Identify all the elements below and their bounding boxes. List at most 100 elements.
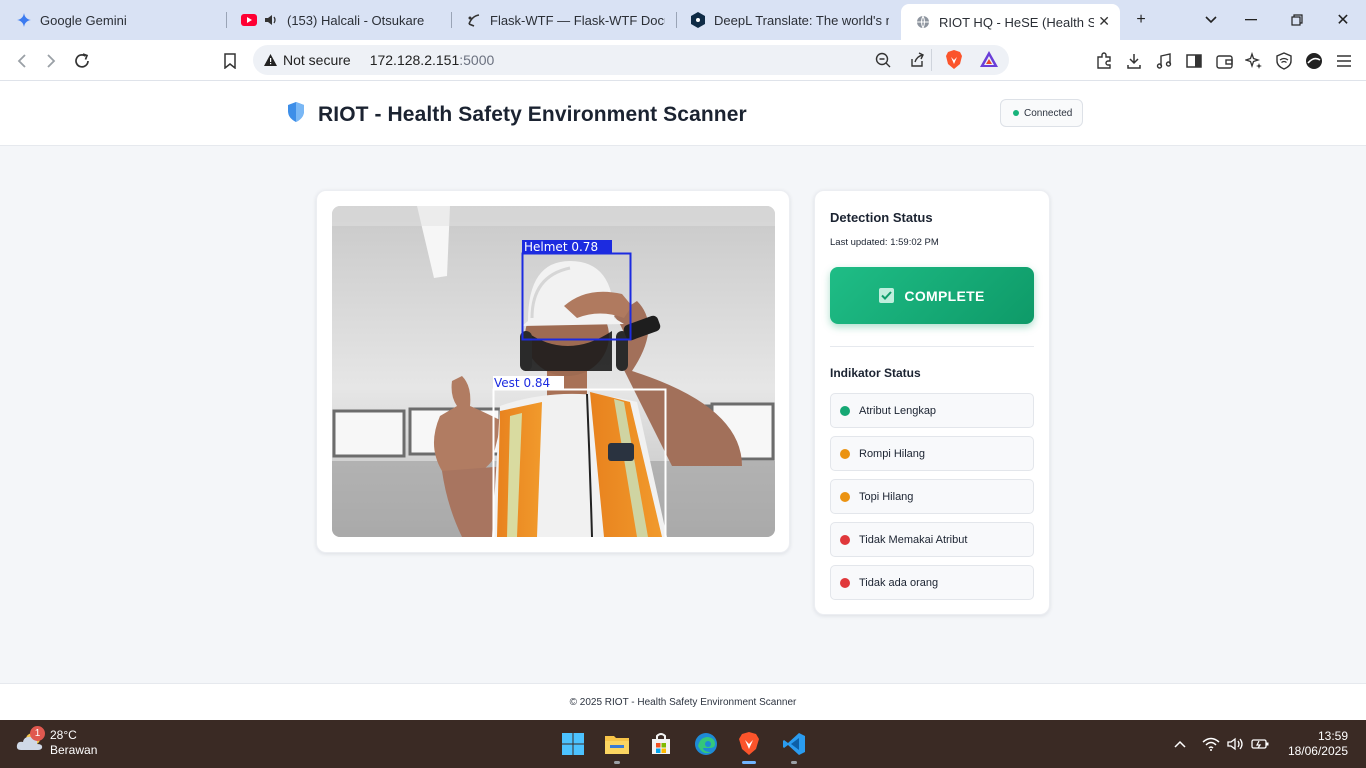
- indicator-label: Atribut Lengkap: [859, 404, 937, 417]
- speaker-icon[interactable]: [263, 12, 279, 28]
- edge-icon: [695, 733, 717, 755]
- menu-icon[interactable]: [1331, 48, 1357, 74]
- page-title: RIOT - Health Safety Environment Scanner: [318, 102, 747, 126]
- address-bar[interactable]: Not secure 172.128.2.151:5000: [253, 45, 1009, 75]
- reload-icon[interactable]: [69, 48, 95, 74]
- tab-search-chevron-icon[interactable]: [1197, 6, 1225, 34]
- video-card: Helmet 0.78 Vest 0.84: [316, 190, 790, 553]
- brave-icon: [739, 732, 759, 755]
- detection-status-title: Detection Status: [830, 210, 933, 225]
- folder-icon: [605, 736, 629, 754]
- tab-google-gemini[interactable]: Google Gemini: [2, 4, 224, 36]
- indicator-label: Topi Hilang: [859, 490, 914, 503]
- red-dot-icon: [840, 577, 850, 588]
- new-tab-icon[interactable]: +: [1127, 6, 1155, 34]
- sidebar-icon[interactable]: [1181, 48, 1207, 74]
- weather-temp: 28°C: [50, 728, 77, 742]
- shield-icon: [286, 101, 306, 128]
- indicator-rompi-hilang: Rompi Hilang: [830, 436, 1034, 471]
- last-updated: Last updated: 1:59:02 PM: [830, 237, 939, 248]
- edge-button[interactable]: [690, 728, 722, 760]
- vscode-icon: [783, 733, 805, 755]
- chevron-up-icon[interactable]: [1170, 734, 1190, 754]
- volume-icon[interactable]: [1226, 734, 1246, 754]
- tab-riot-hq[interactable]: RIOT HQ - HeSE (Health Safety Environmen…: [901, 4, 1120, 40]
- connection-status-badge: Connected: [1000, 99, 1083, 127]
- orange-dot-icon: [840, 491, 850, 502]
- red-dot-icon: [840, 534, 850, 545]
- detection-status-card: Detection Status Last updated: 1:59:02 P…: [814, 190, 1050, 615]
- indicator-topi-hilang: Topi Hilang: [830, 479, 1034, 514]
- youtube-icon: [241, 12, 257, 28]
- browser-tab-strip: Google Gemini (153) Halcali - Otsukare S…: [0, 0, 1366, 40]
- indicator-label: Tidak ada orang: [859, 576, 939, 589]
- battery-icon[interactable]: [1250, 734, 1270, 754]
- windows-taskbar: 28°C Berawan 1 13:59 18/06/2025: [0, 720, 1366, 768]
- start-button[interactable]: [557, 728, 589, 760]
- indicator-atribut-lengkap: Atribut Lengkap: [830, 393, 1034, 428]
- minimize-icon[interactable]: [1237, 6, 1265, 34]
- close-window-icon[interactable]: ✕: [1329, 6, 1357, 34]
- clock-time: 13:59: [1317, 729, 1348, 743]
- url-text[interactable]: 172.128.2.151:5000: [370, 52, 495, 68]
- security-label[interactable]: Not secure: [283, 52, 351, 68]
- status-dot: [1013, 110, 1019, 116]
- brave-rewards-icon[interactable]: [980, 51, 998, 70]
- restore-icon[interactable]: [1283, 6, 1311, 34]
- extensions-icon[interactable]: [1091, 48, 1117, 74]
- footer-text: © 2025 RIOT - Health Safety Environment …: [569, 696, 797, 708]
- close-tab-icon[interactable]: ✕: [1098, 13, 1110, 30]
- browser-toolbar: Not secure 172.128.2.151:5000: [0, 40, 1366, 81]
- windows-logo-icon: [562, 733, 584, 755]
- flask-icon: [466, 12, 482, 28]
- share-icon[interactable]: [909, 52, 925, 71]
- indicator-label: Rompi Hilang: [859, 447, 926, 460]
- divider: [830, 346, 1034, 347]
- media-music-icon[interactable]: [1151, 48, 1177, 74]
- downloads-icon[interactable]: [1121, 48, 1147, 74]
- brand: RIOT - Health Safety Environment Scanner: [286, 101, 747, 128]
- bookmark-icon[interactable]: [217, 48, 243, 74]
- tab-deepl[interactable]: DeepL Translate: The world's most accura…: [676, 4, 898, 36]
- camera-feed: Helmet 0.78 Vest 0.84: [332, 206, 775, 537]
- tab-title: DeepL Translate: The world's most accura…: [714, 12, 889, 28]
- connection-status-text: Connected: [1024, 107, 1073, 119]
- indicator-tidak-ada-orang: Tidak ada orang: [830, 565, 1034, 600]
- tab-title: Flask-WTF — Flask-WTF Documentation: [490, 12, 665, 28]
- gemini-sparkle-icon: [16, 12, 32, 28]
- system-clock[interactable]: 13:59 18/06/2025: [1280, 729, 1348, 759]
- globe-icon: [915, 14, 931, 30]
- store-button[interactable]: [645, 728, 677, 760]
- tab-youtube-halcali[interactable]: (153) Halcali - Otsukare Summer: [227, 4, 449, 36]
- complete-status-button[interactable]: COMPLETE: [830, 267, 1034, 324]
- check-icon: [879, 288, 895, 303]
- vscode-button[interactable]: [778, 728, 810, 764]
- store-icon: [652, 733, 670, 754]
- tab-flask-wtf[interactable]: Flask-WTF — Flask-WTF Documentation: [452, 4, 674, 36]
- brave-button[interactable]: [733, 728, 765, 764]
- page-footer: © 2025 RIOT - Health Safety Environment …: [0, 683, 1366, 720]
- app-header: RIOT - Health Safety Environment Scanner…: [0, 81, 1366, 146]
- deepl-icon: [690, 12, 706, 28]
- indicator-tidak-memakai-atribut: Tidak Memakai Atribut: [830, 522, 1034, 557]
- file-explorer-button[interactable]: [601, 728, 633, 764]
- forward-icon[interactable]: [38, 48, 64, 74]
- back-icon[interactable]: [9, 48, 35, 74]
- zoom-out-icon[interactable]: [875, 52, 891, 71]
- tab-title: (153) Halcali - Otsukare Summer: [287, 12, 427, 28]
- orange-dot-icon: [840, 448, 850, 459]
- wifi-icon[interactable]: [1201, 734, 1221, 754]
- brave-shields-icon[interactable]: [945, 50, 963, 73]
- vpn-shield-icon[interactable]: [1271, 48, 1297, 74]
- warning-icon[interactable]: [263, 53, 277, 67]
- vest-detection-label: Vest 0.84: [494, 376, 550, 390]
- complete-label: COMPLETE: [904, 287, 985, 304]
- profile-avatar-icon[interactable]: [1301, 48, 1327, 74]
- leo-ai-icon[interactable]: [1241, 48, 1267, 74]
- indicator-title: Indikator Status: [830, 366, 921, 380]
- clock-date: 18/06/2025: [1287, 744, 1348, 758]
- wallet-icon[interactable]: [1211, 48, 1237, 74]
- weather-widget[interactable]: 28°C Berawan: [16, 728, 97, 758]
- green-dot-icon: [840, 405, 850, 416]
- camera-frame: Helmet 0.78 Vest 0.84: [332, 206, 775, 537]
